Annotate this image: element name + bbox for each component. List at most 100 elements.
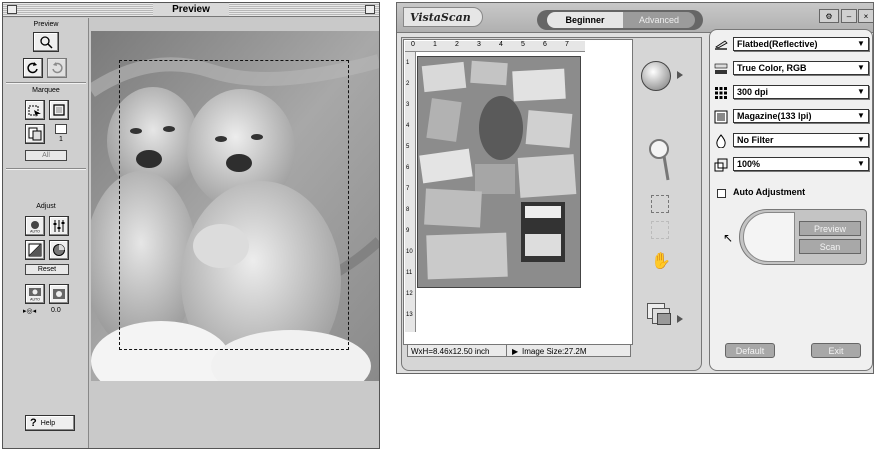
preview-section-label: Preview [33, 21, 59, 28]
status-dimensions: WxH=8.46x12.50 inch [411, 347, 490, 356]
color-mode-select-value: True Color, RGB [737, 63, 807, 73]
dropdown-arrow-icon: ▼ [857, 87, 865, 96]
hand-icon[interactable]: ✋ [651, 251, 671, 271]
scale-select-value: 100% [737, 159, 761, 169]
scan-button[interactable]: Scan [799, 239, 861, 254]
exposure-icon [53, 289, 65, 299]
color-mode-select[interactable]: True Color, RGB ▼ [733, 61, 869, 75]
preview-button[interactable]: Preview [799, 221, 861, 236]
expand-arrow-icon[interactable] [677, 315, 683, 323]
batch-scan-icon[interactable] [647, 303, 673, 329]
zoom-tool-icon[interactable] [647, 137, 671, 183]
zoom-box-icon[interactable] [365, 5, 375, 14]
ruler-top-number: 2 [455, 41, 459, 48]
reset-button[interactable]: Reset [25, 264, 69, 275]
help-label: Help [40, 419, 56, 427]
ruler-top-number: 6 [543, 41, 547, 48]
resolution-select[interactable]: 300 dpi ▼ [733, 85, 869, 99]
purpose-select-row: Magazine(133 lpi) ▼ [713, 109, 869, 125]
marquee-counter: 1 [59, 136, 63, 143]
ruler-top-number: 7 [565, 41, 569, 48]
marquee-crop-button[interactable] [49, 100, 69, 120]
resolution-select-row: 300 dpi ▼ [713, 85, 869, 101]
rotate-right-button[interactable] [47, 58, 67, 78]
marquee-section-label: Marquee [32, 87, 60, 94]
auto-icon: AUTO [30, 221, 40, 233]
sliders-icon [53, 220, 65, 232]
close-icon[interactable]: × [858, 9, 874, 23]
expand-arrow-icon[interactable] [677, 71, 683, 79]
play-icon: ▶ [512, 347, 519, 356]
ruler-left-number: 8 [406, 207, 410, 213]
close-box-icon[interactable] [7, 5, 17, 14]
tab-advanced[interactable]: Advanced [623, 12, 695, 28]
rotate-icon [27, 62, 38, 74]
filter-select-value: No Filter [737, 135, 774, 145]
purpose-select-value: Magazine(133 lpi) [737, 111, 812, 121]
exposure-readout-icon: ▸◎◂ [23, 308, 37, 315]
ruler-left-number: 12 [406, 291, 413, 297]
dropdown-arrow-icon: ▼ [857, 111, 865, 120]
side-toolbar: ✋ [637, 41, 697, 351]
marquee-copy-button[interactable] [25, 124, 45, 144]
scanned-page-preview[interactable] [417, 56, 581, 288]
status-bar: WxH=8.46x12.50 inch ▶ Image Size:27.2M [407, 344, 631, 357]
marquee-selection[interactable] [119, 60, 349, 350]
rotate-left-button[interactable] [23, 58, 43, 78]
divider [6, 82, 86, 84]
multi-select-icon[interactable] [651, 221, 669, 239]
source-select[interactable]: Flatbed(Reflective) ▼ [733, 37, 869, 51]
adjust-section-label: Adjust [36, 203, 56, 210]
filter-select-row: No Filter ▼ [713, 133, 869, 149]
purpose-select[interactable]: Magazine(133 lpi) ▼ [733, 109, 869, 123]
default-button[interactable]: Default [725, 343, 775, 358]
auto-adjustment-checkbox[interactable] [717, 189, 726, 198]
filter-select[interactable]: No Filter ▼ [733, 133, 869, 147]
color-wheel-icon [53, 244, 65, 256]
ruler-left-number: 9 [406, 228, 410, 234]
exit-button[interactable]: Exit [811, 343, 861, 358]
vistascan-logo: VistaScan [403, 7, 483, 27]
exposure-button[interactable] [49, 284, 69, 304]
cursor-icon: ↖ [723, 231, 734, 245]
settings-icon[interactable]: ⚙ [819, 9, 839, 23]
exposure-value: 0.0 [51, 307, 61, 314]
lens-icon[interactable] [641, 61, 671, 91]
filter-icon [713, 133, 729, 148]
collage-image [417, 56, 581, 288]
resolution-select-value: 300 dpi [737, 87, 769, 97]
ruler-top-number: 0 [411, 41, 415, 48]
preview-tool-panel: Preview Marquee 1 All Adjust AUTO Reset … [3, 18, 89, 448]
svg-text:AUTO: AUTO [30, 298, 40, 302]
tab-beginner[interactable]: Beginner [547, 12, 623, 28]
ruler-top: 0 1 2 3 4 5 6 7 [405, 41, 585, 52]
curve-icon [28, 243, 42, 257]
scale-icon [713, 157, 729, 172]
magnifier-icon [40, 36, 53, 49]
curves-button[interactable] [25, 240, 45, 260]
auto-exposure-button[interactable]: AUTO [25, 284, 45, 304]
color-balance-button[interactable] [49, 240, 69, 260]
settings-panel [709, 29, 873, 371]
ruler-left-number: 7 [406, 186, 410, 192]
preview-titlebar[interactable]: Preview [3, 3, 379, 17]
ruler-left-number: 2 [406, 81, 410, 87]
zoom-preview-button[interactable] [33, 32, 59, 52]
crop-icon [53, 104, 65, 116]
scale-select[interactable]: 100% ▼ [733, 157, 869, 171]
select-area-icon[interactable] [651, 195, 669, 213]
levels-button[interactable] [49, 216, 69, 236]
marquee-select-button[interactable] [25, 100, 45, 120]
single-marquee-icon[interactable] [55, 124, 67, 134]
select-all-button[interactable]: All [25, 150, 67, 161]
auto-level-button[interactable]: AUTO [25, 216, 45, 236]
minimize-icon[interactable]: – [841, 9, 857, 23]
ruler-left-number: 11 [406, 270, 413, 276]
scan-pod-window [743, 212, 795, 262]
ruler-left-number: 1 [406, 60, 410, 66]
ruler-left-number: 3 [406, 102, 410, 108]
flatbed-scanner-icon [713, 37, 729, 52]
dropdown-arrow-icon: ▼ [857, 39, 865, 48]
help-button[interactable]: ? Help [25, 415, 75, 431]
divider [6, 168, 86, 170]
